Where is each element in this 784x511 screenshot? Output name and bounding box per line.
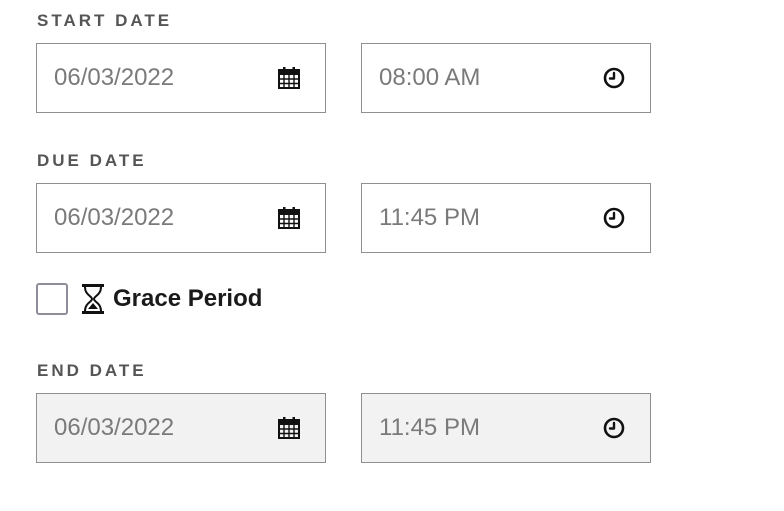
due-date-value: 06/03/2022 [54, 204, 175, 231]
due-date-label: DUE DATE [37, 151, 147, 170]
end-date-field: 06/03/2022 [36, 393, 326, 463]
hourglass-icon [81, 283, 105, 315]
clock-icon [602, 416, 626, 440]
due-time-value: 11:45 PM [379, 204, 480, 231]
start-time-value: 08:00 AM [379, 64, 481, 91]
calendar-icon[interactable] [277, 66, 301, 90]
start-date-label: START DATE [37, 11, 173, 30]
end-date-label: END DATE [37, 361, 147, 380]
grace-period-checkbox[interactable] [36, 283, 68, 315]
due-date-field[interactable]: 06/03/2022 [36, 183, 326, 253]
calendar-icon[interactable] [277, 206, 301, 230]
date-settings-panel: START DATE 06/03/2022 08:00 AM DUE DATE … [0, 0, 784, 511]
due-time-field[interactable]: 11:45 PM [361, 183, 651, 253]
start-date-field[interactable]: 06/03/2022 [36, 43, 326, 113]
start-time-field[interactable]: 08:00 AM [361, 43, 651, 113]
end-date-value: 06/03/2022 [54, 414, 175, 441]
calendar-icon [277, 416, 301, 440]
start-date-value: 06/03/2022 [54, 64, 175, 91]
end-time-field: 11:45 PM [361, 393, 651, 463]
clock-icon[interactable] [602, 66, 626, 90]
end-time-value: 11:45 PM [379, 414, 480, 441]
clock-icon[interactable] [602, 206, 626, 230]
grace-period-label[interactable]: Grace Period [113, 285, 262, 313]
